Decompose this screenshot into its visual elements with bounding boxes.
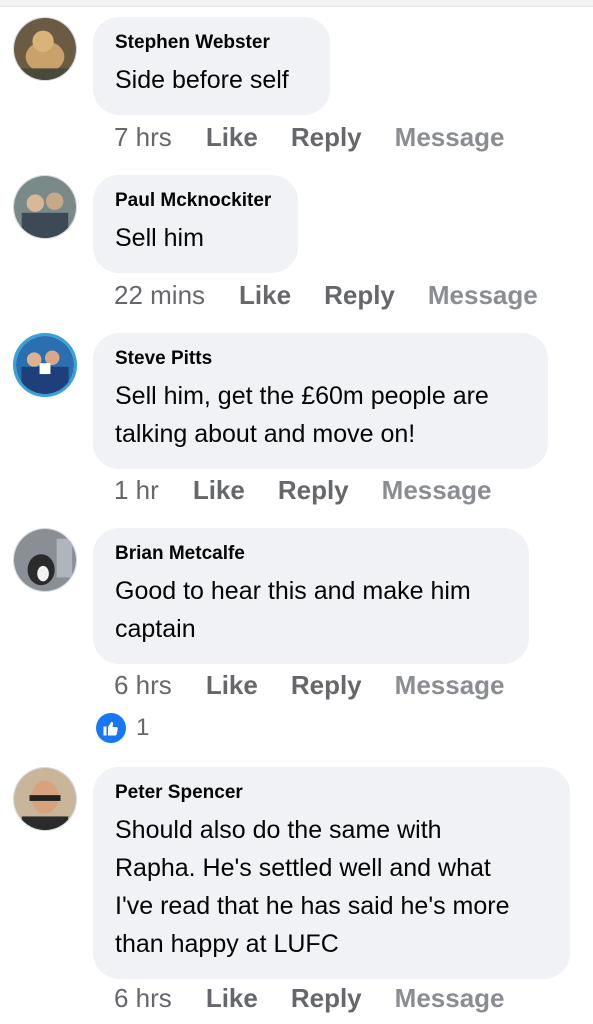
- avatar[interactable]: [13, 333, 77, 397]
- comment-time[interactable]: 6 hrs: [114, 670, 172, 701]
- comment-text: Sell him, get the £60m people are talkin…: [115, 377, 526, 453]
- avatar-man-icon: [14, 768, 76, 830]
- top-divider: [0, 0, 593, 7]
- reaction-count: 1: [136, 714, 150, 741]
- comment-actions: 6 hrs Like Reply Message: [114, 978, 505, 1018]
- reply-button[interactable]: Reply: [291, 983, 362, 1014]
- avatar-group-photo-icon: [16, 336, 74, 394]
- message-button[interactable]: Message: [395, 122, 505, 153]
- comment-line: I've read that he has said he's more: [115, 892, 510, 920]
- comment-text: Sell him: [115, 219, 276, 257]
- message-button[interactable]: Message: [395, 670, 505, 701]
- reply-button[interactable]: Reply: [324, 280, 395, 311]
- comment-bubble: Paul Mcknockiter Sell him: [93, 175, 298, 273]
- comment-author[interactable]: Paul Mcknockiter: [115, 189, 276, 213]
- comment-line: talking about and move on!: [115, 420, 416, 448]
- thumbs-up-icon: [96, 713, 126, 743]
- comment-author[interactable]: Brian Metcalfe: [115, 542, 507, 566]
- avatar-people-icon: [14, 176, 76, 238]
- comment-text: Good to hear this and make him captain: [115, 572, 507, 648]
- message-button[interactable]: Message: [382, 475, 492, 506]
- comment-author[interactable]: Stephen Webster: [115, 31, 308, 55]
- comment-time[interactable]: 1 hr: [114, 475, 159, 506]
- comment-line: Sell him: [115, 224, 204, 252]
- like-button[interactable]: Like: [206, 670, 258, 701]
- comment-bubble: Peter Spencer Should also do the same wi…: [93, 767, 570, 979]
- reaction-summary[interactable]: 1: [96, 713, 149, 743]
- avatar[interactable]: [13, 528, 77, 592]
- comment-time[interactable]: 22 mins: [114, 280, 205, 311]
- reply-button[interactable]: Reply: [278, 475, 349, 506]
- comment-line: captain: [115, 615, 196, 643]
- comment-line: Should also do the same with: [115, 816, 442, 844]
- avatar[interactable]: [13, 17, 77, 81]
- comment-line: than happy at LUFC: [115, 930, 339, 958]
- avatar[interactable]: [13, 767, 77, 831]
- comment-bubble: Stephen Webster Side before self: [93, 17, 330, 115]
- comment-author[interactable]: Peter Spencer: [115, 781, 548, 805]
- message-button[interactable]: Message: [395, 983, 505, 1014]
- avatar-cat-icon: [14, 529, 76, 591]
- avatar[interactable]: [13, 175, 77, 239]
- reply-button[interactable]: Reply: [291, 670, 362, 701]
- comment-text: Side before self: [115, 61, 308, 99]
- like-button[interactable]: Like: [206, 983, 258, 1014]
- like-button[interactable]: Like: [206, 122, 258, 153]
- comment-actions: 7 hrs Like Reply Message: [114, 117, 505, 157]
- comment-bubble: Steve Pitts Sell him, get the £60m peopl…: [93, 333, 548, 469]
- comment-line: Side before self: [115, 66, 289, 94]
- message-button[interactable]: Message: [428, 280, 538, 311]
- comment-actions: 22 mins Like Reply Message: [114, 275, 538, 315]
- comment-line: Good to hear this and make him: [115, 577, 471, 605]
- comment-bubble: Brian Metcalfe Good to hear this and mak…: [93, 528, 529, 664]
- comment-actions: 1 hr Like Reply Message: [114, 470, 492, 510]
- comment-text: Should also do the same with Rapha. He's…: [115, 811, 548, 963]
- reply-button[interactable]: Reply: [291, 122, 362, 153]
- comment-actions: 6 hrs Like Reply Message: [114, 665, 505, 705]
- like-button[interactable]: Like: [193, 475, 245, 506]
- comment-line: Sell him, get the £60m people are: [115, 382, 489, 410]
- like-button[interactable]: Like: [239, 280, 291, 311]
- comment-time[interactable]: 6 hrs: [114, 983, 172, 1014]
- avatar-dog-icon: [14, 18, 76, 80]
- comment-author[interactable]: Steve Pitts: [115, 347, 526, 371]
- comment-line: Rapha. He's settled well and what: [115, 854, 491, 882]
- comment-time[interactable]: 7 hrs: [114, 122, 172, 153]
